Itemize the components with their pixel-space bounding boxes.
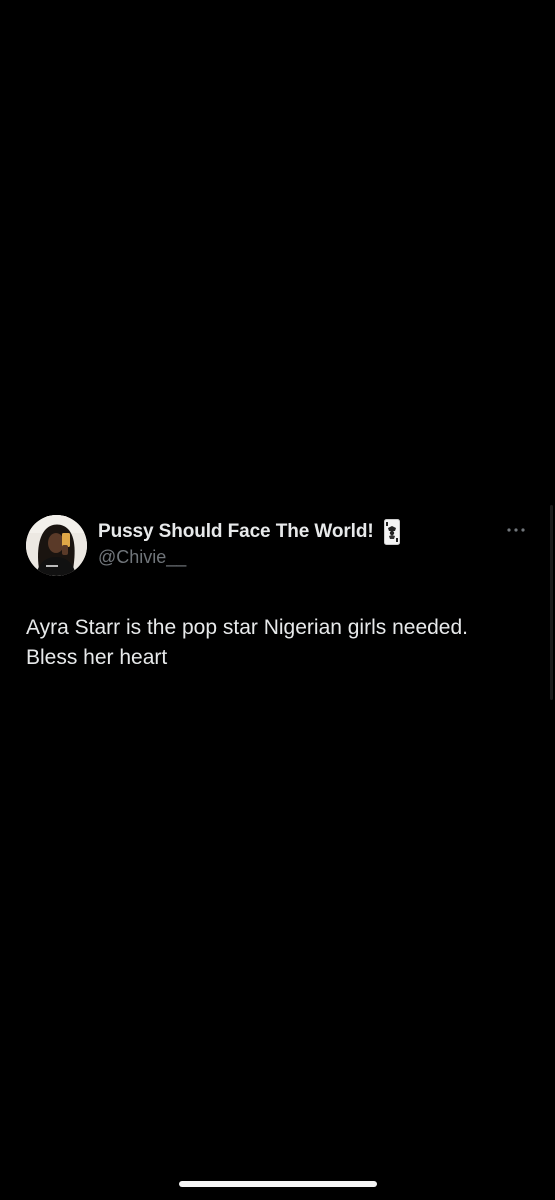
tweet-text: Ayra Starr is the pop star Nigerian girl… xyxy=(26,613,526,673)
tweet-author: Pussy Should Face The World! @Chivie__ xyxy=(98,519,400,568)
display-name-row: Pussy Should Face The World! xyxy=(98,519,400,545)
scrollbar[interactable] xyxy=(550,505,553,700)
more-horizontal-icon[interactable] xyxy=(506,520,526,540)
playing-card-joker-icon xyxy=(383,519,400,545)
tweet-text-line-2: Bless her heart xyxy=(26,646,168,669)
user-handle[interactable]: @Chivie__ xyxy=(98,547,400,568)
tweet-text-line-1: Ayra Starr is the pop star Nigerian girl… xyxy=(26,616,469,639)
profile-photo-avatar xyxy=(26,515,87,576)
avatar[interactable] xyxy=(26,515,87,576)
home-indicator[interactable] xyxy=(179,1181,377,1187)
screen: { "tweet": { "display_name": "Pussy Shou… xyxy=(0,0,555,1200)
display-name[interactable]: Pussy Should Face The World! xyxy=(98,521,374,543)
tweet[interactable]: Pussy Should Face The World! @Chivie__ A… xyxy=(26,515,536,673)
tweet-header: Pussy Should Face The World! @Chivie__ xyxy=(26,515,536,577)
